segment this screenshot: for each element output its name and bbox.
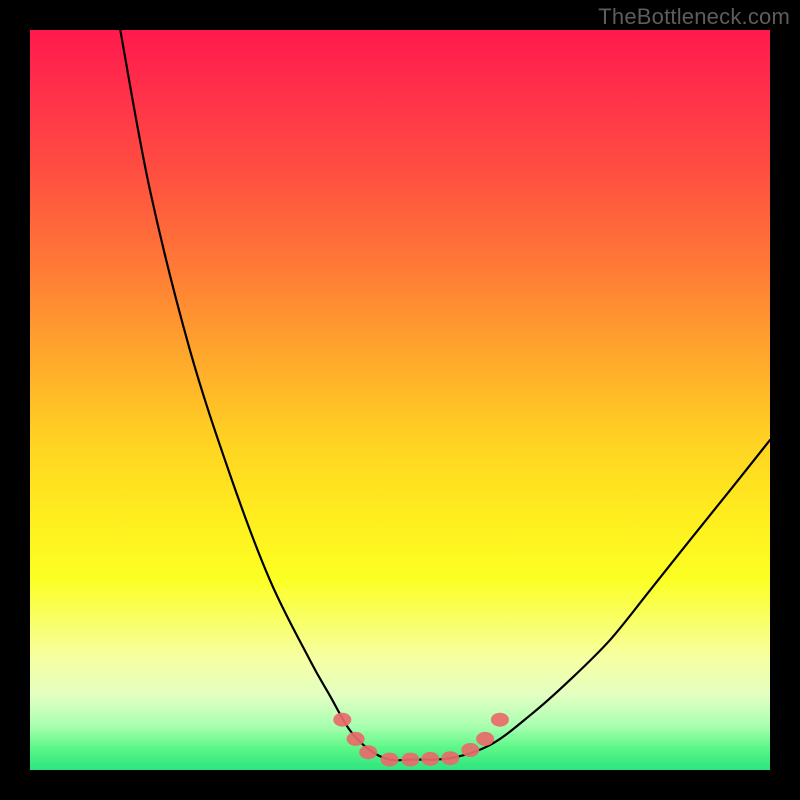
watermark-text: TheBottleneck.com [598,4,790,30]
marker-center-3 [421,752,439,766]
marker-right-1 [461,743,479,757]
marker-left-2 [347,732,365,746]
marker-left-3 [359,745,377,759]
marker-center-4 [441,751,459,765]
marker-left-1 [333,713,351,727]
marker-right-3 [491,713,509,727]
marker-center-2 [401,753,419,767]
marker-center-1 [381,753,399,767]
plot-area [30,30,770,770]
curve-layer [30,30,770,770]
chart-frame: TheBottleneck.com [0,0,800,800]
marker-right-2 [476,732,494,746]
bottleneck-curve [120,30,770,760]
bottom-markers [333,713,509,767]
